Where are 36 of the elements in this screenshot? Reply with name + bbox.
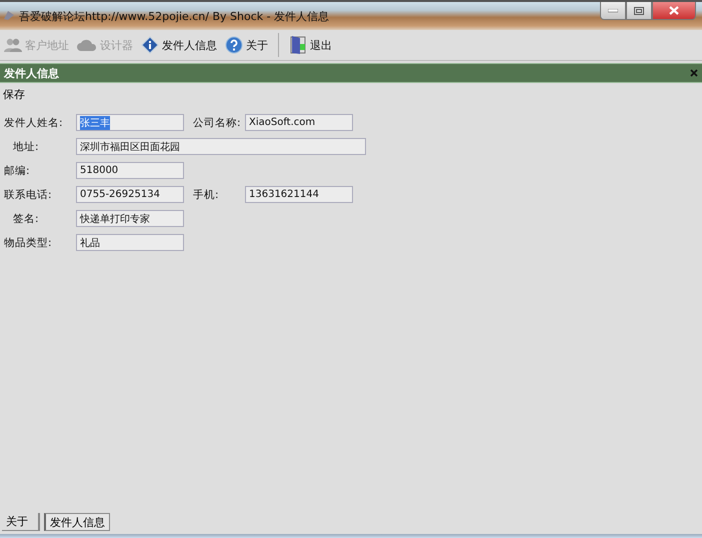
input-field[interactable]: 518000 bbox=[76, 162, 184, 179]
input-field[interactable]: 礼品 bbox=[76, 234, 184, 251]
minimize-button[interactable] bbox=[600, 2, 626, 20]
help-icon bbox=[225, 36, 243, 54]
panel-title: 发件人信息 bbox=[4, 66, 59, 80]
field-label: 公司名称: bbox=[192, 116, 242, 130]
window-title: 吾爱破解论坛http://www.52pojie.cn/ By Shock - 发件人信息 bbox=[19, 8, 330, 24]
field-label: 签名: bbox=[12, 212, 40, 226]
input-field[interactable]: 快递单打印专家 bbox=[76, 210, 184, 227]
field-label: 手机: bbox=[192, 188, 220, 202]
input-field[interactable]: 张三丰 bbox=[76, 114, 184, 131]
cloud-icon bbox=[77, 37, 97, 53]
field-label: 物品类型: bbox=[4, 236, 53, 250]
toolbar-button[interactable]: 退出 bbox=[287, 33, 334, 57]
maximize-icon bbox=[634, 6, 644, 14]
door-icon bbox=[289, 35, 307, 55]
toolbar-button[interactable]: 关于 bbox=[223, 34, 270, 56]
input-field[interactable]: 0755-26925134 bbox=[76, 186, 184, 203]
toolbar-button[interactable]: 发件人信息 bbox=[139, 34, 219, 56]
close-button[interactable] bbox=[652, 2, 696, 20]
info-icon bbox=[141, 36, 159, 54]
save-button[interactable]: 保存 bbox=[3, 87, 25, 102]
field-label: 邮编: bbox=[4, 164, 31, 178]
field-label: 地址: bbox=[12, 140, 40, 154]
field-label: 发件人姓名: bbox=[4, 116, 64, 130]
input-field[interactable]: 深圳市福田区田面花园 bbox=[76, 138, 366, 155]
tab[interactable]: 发件人信息 bbox=[44, 513, 110, 531]
maximize-button[interactable] bbox=[626, 2, 652, 20]
close-button[interactable] bbox=[690, 69, 698, 77]
people-icon bbox=[4, 37, 22, 53]
minimize-icon bbox=[608, 8, 618, 12]
input-field[interactable]: XiaoSoft.com bbox=[245, 114, 353, 131]
tab[interactable]: 关于 bbox=[2, 513, 40, 531]
field-label: 联系电话: bbox=[4, 188, 53, 202]
close-icon bbox=[669, 6, 679, 15]
input-field[interactable]: 13631621144 bbox=[245, 186, 353, 203]
